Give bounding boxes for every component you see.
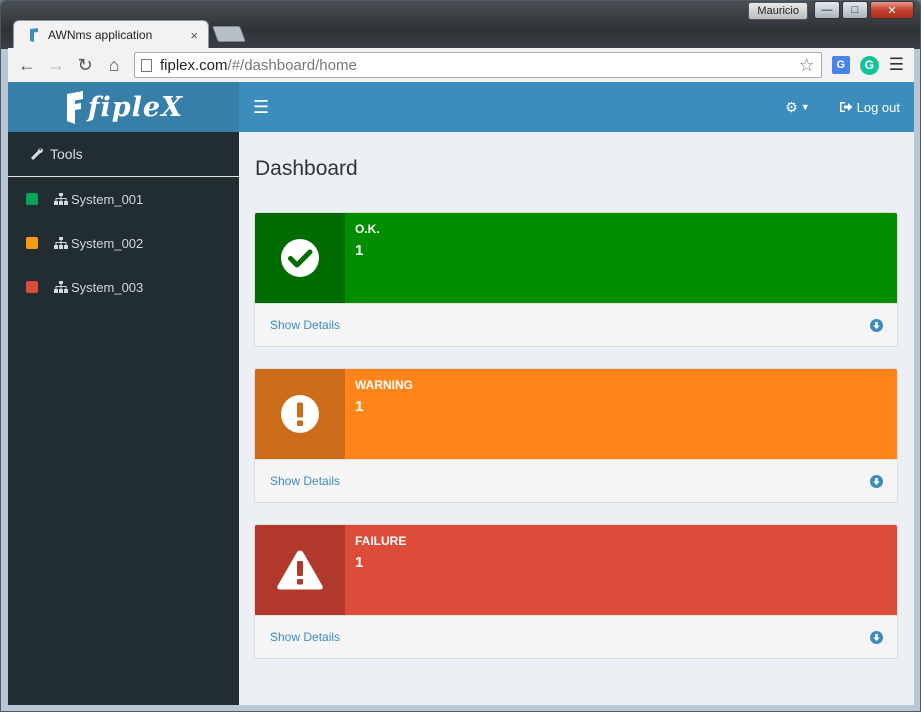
panel-count: 1 [355,242,364,259]
status-panel-warning: WARNING 1 Show Details [254,368,898,503]
page-icon [141,58,152,72]
warning-triangle-icon [277,550,323,590]
caret-down-icon: ▼ [800,102,810,112]
logo-bar[interactable]: fipleX [8,82,239,132]
page-viewport: fipleX Tools System_001 System_002 Syste… [8,82,914,705]
status-indicator-green [26,193,38,205]
panel-count: 1 [355,398,364,415]
panel-label: FAILURE [355,534,407,548]
sidebar-item-system-002[interactable]: System_002 [8,221,239,265]
show-details-link[interactable]: Show Details [255,459,897,502]
bookmark-star-icon[interactable]: ☆ [799,55,815,76]
address-url[interactable]: fiplex.com/#/dashboard/home [160,57,799,74]
maximize-button[interactable]: □ [842,1,868,19]
sitemap-icon [54,237,68,249]
panel-count: 1 [355,554,364,571]
browser-toolbar: ← → ↻ ⌂ fiplex.com/#/dashboard/home ☆ G … [8,48,914,82]
home-icon[interactable]: ⌂ [101,52,127,78]
status-panel-ok: O.K. 1 Show Details [254,212,898,347]
browser-window: Mauricio — □ ✕ AWNms application × ← → ↻… [0,0,921,712]
new-tab-button[interactable] [212,26,246,42]
forward-arrow-icon[interactable]: → [43,52,69,78]
arrow-circle-down-icon [870,474,883,488]
show-details-label: Show Details [270,318,341,332]
browser-tab[interactable]: AWNms application × [13,20,209,49]
address-bar[interactable]: fiplex.com/#/dashboard/home ☆ [134,52,822,78]
sitemap-icon [54,193,68,205]
logout-button[interactable]: Log out [839,99,900,115]
browser-menu-icon[interactable]: ☰ [889,55,904,75]
main-content: Dashboard O.K. 1 Show Details WARNING 1 … [239,132,914,705]
tab-close-icon[interactable]: × [190,28,198,43]
arrow-circle-down-icon [870,318,883,332]
logout-label: Log out [856,99,900,115]
panel-label: O.K. [355,222,380,236]
show-details-label: Show Details [270,630,341,644]
panel-label: WARNING [355,378,413,392]
title-bar: Mauricio — □ ✕ AWNms application × [1,1,920,49]
sidebar: fipleX Tools System_001 System_002 Syste… [8,82,239,705]
fiplex-favicon-icon [30,28,38,42]
grammarly-extension-icon[interactable]: G [859,55,879,75]
sign-out-icon [839,102,853,112]
page-title: Dashboard [255,157,358,180]
system-label: System_003 [71,279,144,295]
minimize-button[interactable]: — [814,1,840,19]
wrench-icon [31,148,43,160]
sidebar-item-system-003[interactable]: System_003 [8,265,239,309]
sidebar-toggle-icon[interactable]: ☰ [253,97,269,118]
main-header: ☰ ⚙ ▼ Log out [239,82,914,132]
back-arrow-icon[interactable]: ← [14,52,40,78]
system-label: System_001 [71,191,144,207]
window-controls: — □ ✕ [814,1,914,21]
check-circle-icon [281,239,319,277]
sitemap-icon [54,281,68,293]
show-details-label: Show Details [270,474,341,488]
exclamation-circle-icon [281,395,319,433]
tools-label: Tools [50,146,83,162]
fiplex-logo-mark [66,91,83,124]
status-indicator-orange [26,237,38,249]
settings-dropdown[interactable]: ⚙ ▼ [785,99,809,116]
status-indicator-red [26,281,38,293]
sidebar-item-tools[interactable]: Tools [8,132,239,177]
show-details-link[interactable]: Show Details [255,615,897,658]
translate-extension-icon[interactable]: G [831,56,850,74]
gears-icon: ⚙ [785,98,798,115]
os-user-badge[interactable]: Mauricio [748,2,808,20]
close-window-button[interactable]: ✕ [870,1,914,19]
status-panel-failure: FAILURE 1 Show Details [254,524,898,659]
arrow-circle-down-icon [870,630,883,644]
tab-title: AWNms application [48,28,153,42]
reload-icon[interactable]: ↻ [72,52,98,78]
show-details-link[interactable]: Show Details [255,303,897,346]
system-label: System_002 [71,235,144,251]
logo-text: fipleX [87,91,184,123]
sidebar-item-system-001[interactable]: System_001 [8,177,239,221]
